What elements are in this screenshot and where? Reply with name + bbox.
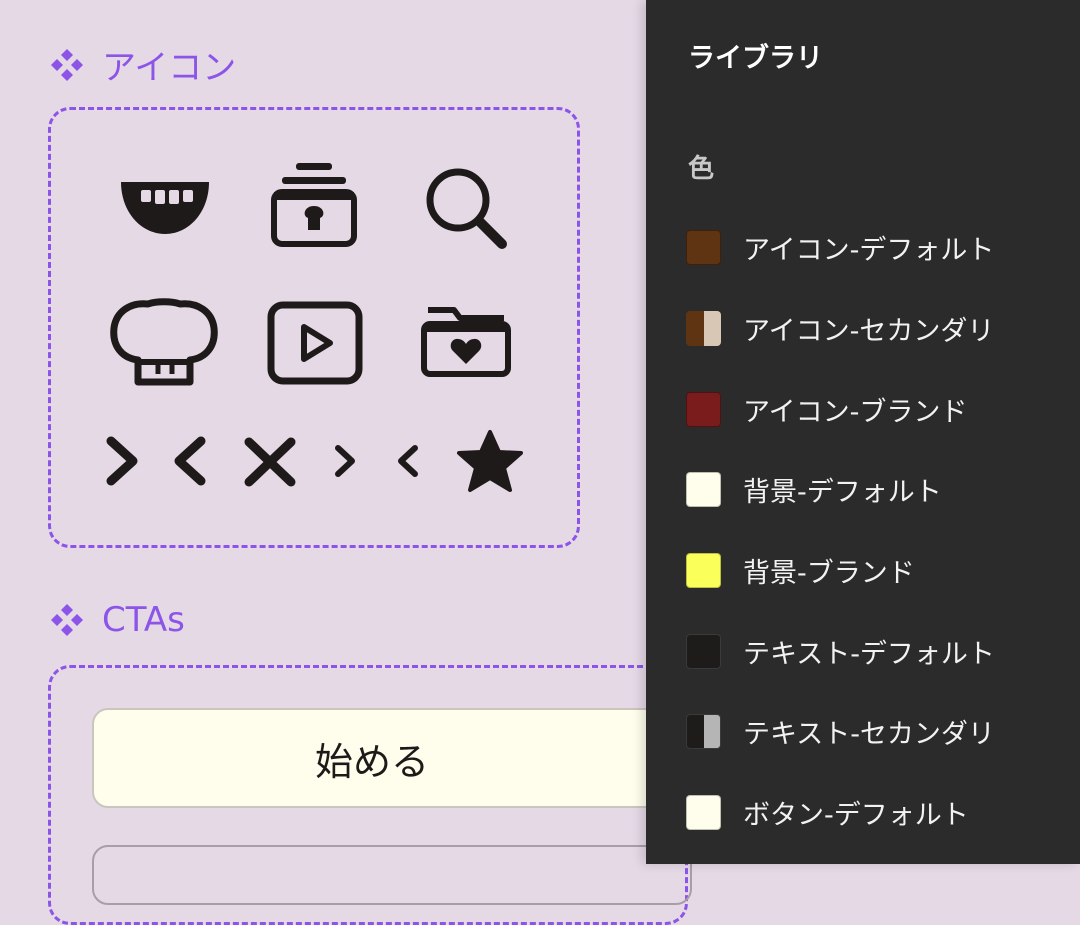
jar-icon[interactable] xyxy=(268,160,360,250)
play-icon[interactable] xyxy=(266,300,364,386)
icons-section-title[interactable]: アイコン xyxy=(50,40,236,89)
ctas-section-title[interactable]: CTAs xyxy=(50,600,185,640)
get-started-button[interactable]: 始める xyxy=(92,708,692,808)
color-swatch xyxy=(686,633,721,669)
library-panel: ライブラリ 色 アイコン-デフォルト アイコン-セカンダリ アイコン-ブランド 背景-… xyxy=(646,0,1080,864)
mouth-icon[interactable] xyxy=(117,178,213,238)
chevron-left-icon[interactable] xyxy=(172,434,208,488)
color-style-name: 背景-デフォルト xyxy=(743,476,942,508)
color-style-item[interactable]: テキスト-デフォルト xyxy=(686,631,995,671)
close-icon[interactable] xyxy=(243,436,297,488)
colors-section-label: 色 xyxy=(688,154,715,184)
color-style-item[interactable]: アイコン-セカンダリ xyxy=(686,308,994,348)
color-swatch xyxy=(686,552,721,588)
color-swatch xyxy=(686,713,721,749)
color-style-name: ボタン-デフォルト xyxy=(743,799,969,831)
color-style-item[interactable]: アイコン-ブランド xyxy=(686,389,967,429)
color-swatch xyxy=(686,229,721,265)
ctas-section-label: CTAs xyxy=(102,600,185,640)
color-style-name: アイコン-セカンダリ xyxy=(743,315,995,347)
color-style-name: アイコン-デフォルト xyxy=(743,234,995,266)
color-style-item[interactable]: アイコン-デフォルト xyxy=(686,227,994,267)
chevron-right-small-icon[interactable] xyxy=(333,443,357,479)
color-style-item[interactable]: テキスト-セカンダリ xyxy=(686,711,995,751)
color-style-name: アイコン-ブランド xyxy=(743,396,968,428)
color-style-item[interactable]: ボタン-デフォルト xyxy=(686,792,969,832)
color-swatch xyxy=(686,471,721,507)
chef-hat-icon[interactable] xyxy=(108,298,220,388)
color-style-name: テキスト-セカンダリ xyxy=(743,718,995,750)
color-style-name: テキスト-デフォルト xyxy=(743,638,995,670)
search-icon[interactable] xyxy=(424,166,510,252)
component-icon xyxy=(51,48,83,81)
star-icon[interactable] xyxy=(455,428,525,494)
color-swatch xyxy=(686,310,721,346)
secondary-cta-button[interactable] xyxy=(92,845,692,905)
color-swatch xyxy=(686,794,721,830)
folder-heart-icon[interactable] xyxy=(420,306,512,378)
chevron-left-small-icon[interactable] xyxy=(396,443,420,479)
color-style-name: 背景-ブランド xyxy=(743,557,915,589)
library-title: ライブラリ xyxy=(688,43,823,74)
chevron-right-icon[interactable] xyxy=(104,434,140,488)
color-style-item[interactable]: 背景-デフォルト xyxy=(686,469,942,509)
component-icon xyxy=(51,604,83,636)
color-swatch xyxy=(686,391,721,427)
icons-section-label: アイコン xyxy=(102,48,237,88)
color-style-item[interactable]: 背景-ブランド xyxy=(686,550,915,590)
